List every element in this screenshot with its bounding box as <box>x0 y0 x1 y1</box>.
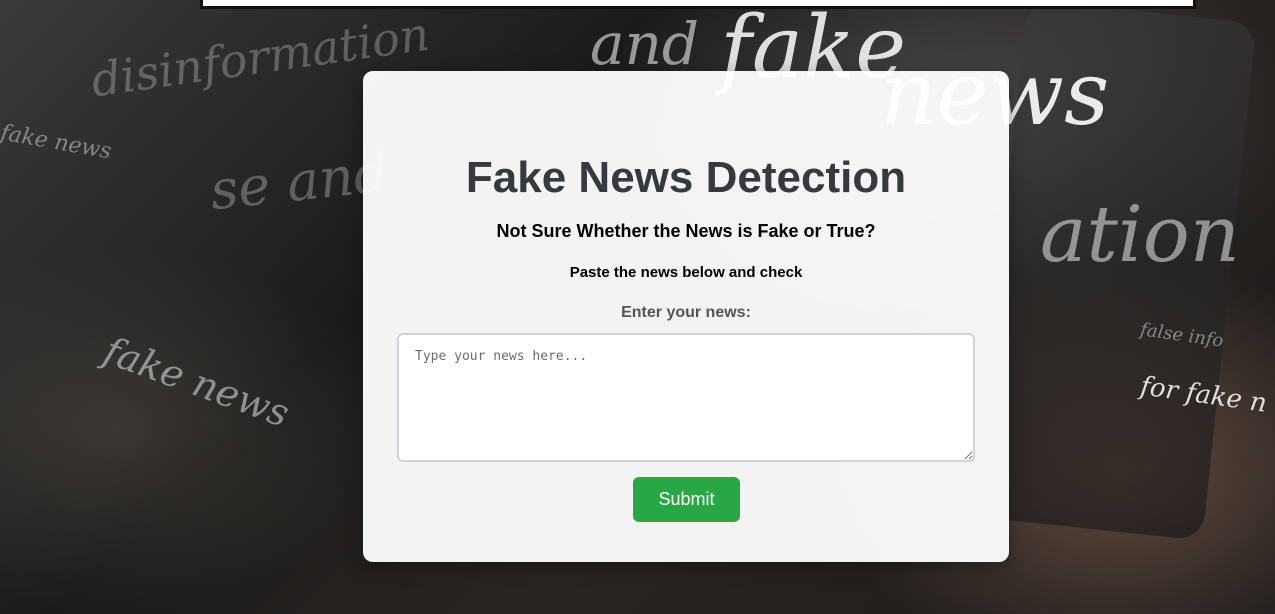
background-word: and <box>590 10 700 78</box>
page-subtitle: Not Sure Whether the News is Fake or Tru… <box>496 221 876 241</box>
news-textarea[interactable] <box>397 333 975 462</box>
submit-button[interactable]: Submit <box>633 477 740 522</box>
news-input-label: Enter your news: <box>621 304 751 321</box>
phone-illustration <box>973 0 1257 541</box>
instruction-text: Paste the news below and check <box>569 264 803 281</box>
background-word: fake news <box>0 120 114 165</box>
detection-card: Fake News Detection Not Sure Whether the… <box>363 71 1009 562</box>
top-navbar-frame <box>200 0 1196 9</box>
page-title: Fake News Detection <box>465 153 907 202</box>
page: and fake news disinformation se and fake… <box>0 0 1275 614</box>
background-word: fake news <box>98 328 296 436</box>
